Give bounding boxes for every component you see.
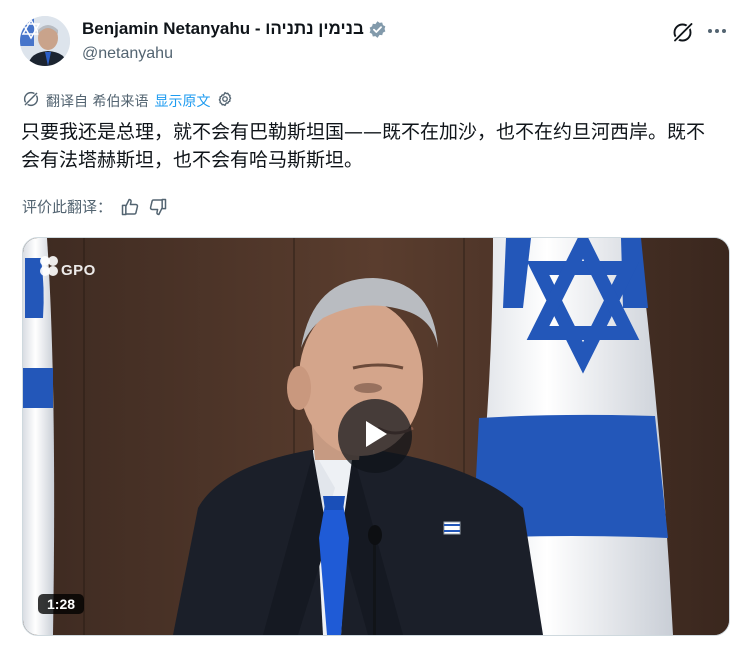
gpo-watermark-text: GPO [61, 261, 96, 279]
avatar[interactable] [20, 16, 70, 66]
play-button[interactable] [338, 399, 412, 473]
author-handle[interactable]: @netanyahu [82, 45, 173, 63]
verified-badge-icon [368, 20, 387, 39]
translation-info: 翻译自 希伯来语 显示原文 [22, 90, 234, 112]
show-original-link[interactable]: 显示原文 [154, 91, 210, 111]
avatar-photo [20, 16, 70, 66]
rate-translation-label: 评价此翻译： [22, 198, 113, 216]
more-horizontal-icon[interactable] [704, 18, 730, 44]
video-player[interactable]: GPO 1:28 [22, 237, 730, 636]
grok-icon[interactable] [671, 20, 695, 44]
thumbs-up-icon[interactable] [120, 197, 140, 217]
gpo-watermark: GPO [39, 253, 96, 287]
tweet-text: 只要我还是总理，就不会有巴勒斯坦国——既不在加沙，也不在约旦河西岸。既不会有法塔… [21, 121, 706, 171]
gpo-logo-icon [39, 253, 59, 287]
play-icon [360, 418, 390, 454]
video-duration: 1:28 [38, 594, 85, 614]
thumbs-down-icon[interactable] [148, 197, 168, 217]
rate-translation: 评价此翻译： [22, 196, 168, 217]
translation-settings-icon[interactable] [216, 90, 234, 112]
author-display-name[interactable]: Benjamin Netanyahu - בנימין נתניהו [82, 19, 364, 39]
translated-from-label: 翻译自 希伯来语 [46, 94, 149, 110]
author-name-row[interactable]: Benjamin Netanyahu - בנימין נתניהו [82, 19, 387, 39]
translate-icon [22, 90, 40, 112]
